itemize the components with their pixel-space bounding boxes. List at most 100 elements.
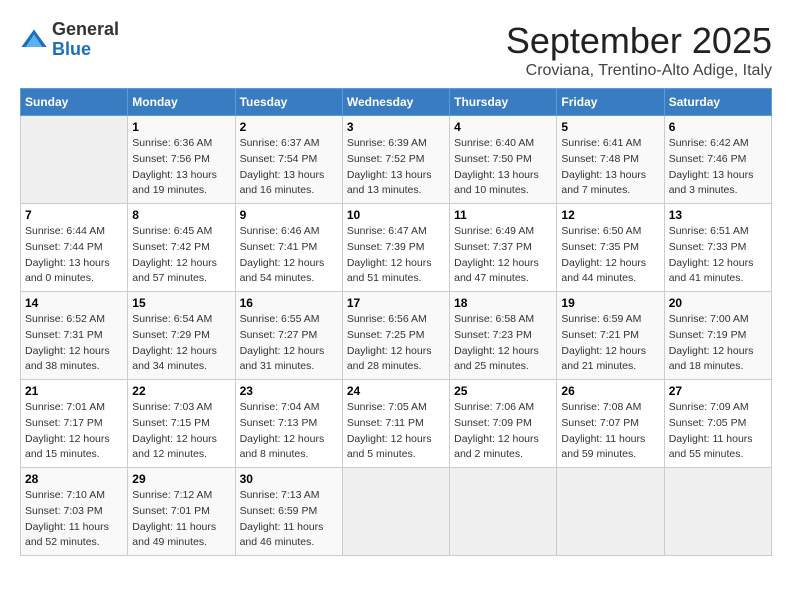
calendar-cell: 23 Sunrise: 7:04 AMSunset: 7:13 PMDayligh… [235,380,342,468]
column-header-tuesday: Tuesday [235,89,342,116]
calendar-cell: 16 Sunrise: 6:55 AMSunset: 7:27 PMDayligh… [235,292,342,380]
logo-general-text: General [52,20,119,40]
day-info: Sunrise: 6:51 AMSunset: 7:33 PMDaylight:… [669,224,767,287]
day-info: Sunrise: 6:45 AMSunset: 7:42 PMDaylight:… [132,224,230,287]
calendar-week-4: 21 Sunrise: 7:01 AMSunset: 7:17 PMDayligh… [21,380,772,468]
day-number: 11 [454,208,552,222]
calendar-cell: 6Sunrise: 6:42 AMSunset: 7:46 PMDaylight… [664,116,771,204]
day-info: Sunrise: 6:55 AMSunset: 7:27 PMDaylight:… [240,312,338,375]
calendar-cell: 11 Sunrise: 6:49 AMSunset: 7:37 PMDayligh… [450,204,557,292]
day-number: 14 [25,296,123,310]
day-number: 2 [240,120,338,134]
header-row: SundayMondayTuesdayWednesdayThursdayFrid… [21,89,772,116]
day-info: Sunrise: 7:05 AMSunset: 7:11 PMDaylight:… [347,400,445,463]
day-number: 22 [132,384,230,398]
day-number: 9 [240,208,338,222]
day-info: Sunrise: 7:10 AMSunset: 7:03 PMDaylight:… [25,488,123,551]
day-number: 30 [240,472,338,486]
day-info: Sunrise: 6:46 AMSunset: 7:41 PMDaylight:… [240,224,338,287]
calendar-cell: 15 Sunrise: 6:54 AMSunset: 7:29 PMDayligh… [128,292,235,380]
day-info: Sunrise: 6:54 AMSunset: 7:29 PMDaylight:… [132,312,230,375]
day-number: 23 [240,384,338,398]
calendar-cell: 20 Sunrise: 7:00 AMSunset: 7:19 PMDayligh… [664,292,771,380]
day-number: 28 [25,472,123,486]
calendar-cell [21,116,128,204]
day-info: Sunrise: 6:58 AMSunset: 7:23 PMDaylight:… [454,312,552,375]
calendar-cell: 1 Sunrise: 6:36 AMSunset: 7:56 PMDaylight… [128,116,235,204]
day-info: Sunrise: 6:37 AMSunset: 7:54 PMDaylight:… [240,136,338,199]
column-header-saturday: Saturday [664,89,771,116]
calendar-body: 1 Sunrise: 6:36 AMSunset: 7:56 PMDaylight… [21,116,772,556]
calendar-cell: 24 Sunrise: 7:05 AMSunset: 7:11 PMDayligh… [342,380,449,468]
calendar-cell: 27Sunrise: 7:09 AMSunset: 7:05 PMDayligh… [664,380,771,468]
calendar-cell: 25 Sunrise: 7:06 AMSunset: 7:09 PMDayligh… [450,380,557,468]
logo-blue-text: Blue [52,40,119,60]
day-number: 19 [561,296,659,310]
day-number: 20 [669,296,767,310]
day-info: Sunrise: 7:01 AMSunset: 7:17 PMDaylight:… [25,400,123,463]
calendar-cell: 26Sunrise: 7:08 AMSunset: 7:07 PMDayligh… [557,380,664,468]
calendar-header: SundayMondayTuesdayWednesdayThursdayFrid… [21,89,772,116]
day-info: Sunrise: 7:13 AMSunset: 6:59 PMDaylight:… [240,488,338,551]
day-number: 5 [561,120,659,134]
title-block: September 2025 Croviana, Trentino-Alto A… [506,20,772,80]
day-number: 16 [240,296,338,310]
day-info: Sunrise: 6:49 AMSunset: 7:37 PMDaylight:… [454,224,552,287]
column-header-friday: Friday [557,89,664,116]
day-number: 18 [454,296,552,310]
calendar-cell: 28 Sunrise: 7:10 AMSunset: 7:03 PMDayligh… [21,468,128,556]
calendar-week-2: 7Sunrise: 6:44 AMSunset: 7:44 PMDaylight… [21,204,772,292]
day-number: 13 [669,208,767,222]
calendar-cell [450,468,557,556]
day-number: 15 [132,296,230,310]
column-header-thursday: Thursday [450,89,557,116]
day-number: 10 [347,208,445,222]
calendar-cell: 13 Sunrise: 6:51 AMSunset: 7:33 PMDayligh… [664,204,771,292]
month-year-title: September 2025 [506,20,772,62]
calendar-cell: 7Sunrise: 6:44 AMSunset: 7:44 PMDaylight… [21,204,128,292]
day-info: Sunrise: 7:09 AMSunset: 7:05 PMDaylight:… [669,400,767,463]
day-number: 21 [25,384,123,398]
column-header-sunday: Sunday [21,89,128,116]
day-info: Sunrise: 7:03 AMSunset: 7:15 PMDaylight:… [132,400,230,463]
day-info: Sunrise: 6:47 AMSunset: 7:39 PMDaylight:… [347,224,445,287]
day-info: Sunrise: 6:36 AMSunset: 7:56 PMDaylight:… [132,136,230,199]
calendar-cell [664,468,771,556]
day-number: 24 [347,384,445,398]
calendar-cell: 19Sunrise: 6:59 AMSunset: 7:21 PMDayligh… [557,292,664,380]
calendar-cell: 29 Sunrise: 7:12 AMSunset: 7:01 PMDayligh… [128,468,235,556]
day-number: 6 [669,120,767,134]
logo-icon [20,26,48,54]
calendar-cell: 18 Sunrise: 6:58 AMSunset: 7:23 PMDayligh… [450,292,557,380]
calendar-cell: 5Sunrise: 6:41 AMSunset: 7:48 PMDaylight… [557,116,664,204]
day-info: Sunrise: 6:50 AMSunset: 7:35 PMDaylight:… [561,224,659,287]
day-number: 3 [347,120,445,134]
calendar-week-5: 28 Sunrise: 7:10 AMSunset: 7:03 PMDayligh… [21,468,772,556]
calendar-cell: 4Sunrise: 6:40 AMSunset: 7:50 PMDaylight… [450,116,557,204]
day-info: Sunrise: 7:12 AMSunset: 7:01 PMDaylight:… [132,488,230,551]
day-info: Sunrise: 7:06 AMSunset: 7:09 PMDaylight:… [454,400,552,463]
calendar-cell: 30 Sunrise: 7:13 AMSunset: 6:59 PMDayligh… [235,468,342,556]
column-header-wednesday: Wednesday [342,89,449,116]
location-subtitle: Croviana, Trentino-Alto Adige, Italy [506,62,772,80]
day-number: 12 [561,208,659,222]
calendar-table: SundayMondayTuesdayWednesdayThursdayFrid… [20,88,772,556]
calendar-cell: 3 Sunrise: 6:39 AMSunset: 7:52 PMDaylight… [342,116,449,204]
calendar-cell: 10 Sunrise: 6:47 AMSunset: 7:39 PMDayligh… [342,204,449,292]
day-number: 29 [132,472,230,486]
calendar-cell: 17Sunrise: 6:56 AMSunset: 7:25 PMDayligh… [342,292,449,380]
day-info: Sunrise: 7:04 AMSunset: 7:13 PMDaylight:… [240,400,338,463]
day-number: 1 [132,120,230,134]
day-info: Sunrise: 6:39 AMSunset: 7:52 PMDaylight:… [347,136,445,199]
day-info: Sunrise: 7:08 AMSunset: 7:07 PMDaylight:… [561,400,659,463]
day-info: Sunrise: 6:56 AMSunset: 7:25 PMDaylight:… [347,312,445,375]
calendar-cell: 2 Sunrise: 6:37 AMSunset: 7:54 PMDaylight… [235,116,342,204]
logo: General Blue [20,20,119,60]
calendar-week-1: 1 Sunrise: 6:36 AMSunset: 7:56 PMDaylight… [21,116,772,204]
calendar-cell: 12 Sunrise: 6:50 AMSunset: 7:35 PMDayligh… [557,204,664,292]
day-number: 7 [25,208,123,222]
day-info: Sunrise: 7:00 AMSunset: 7:19 PMDaylight:… [669,312,767,375]
calendar-week-3: 14Sunrise: 6:52 AMSunset: 7:31 PMDayligh… [21,292,772,380]
calendar-cell: 9 Sunrise: 6:46 AMSunset: 7:41 PMDaylight… [235,204,342,292]
day-number: 25 [454,384,552,398]
